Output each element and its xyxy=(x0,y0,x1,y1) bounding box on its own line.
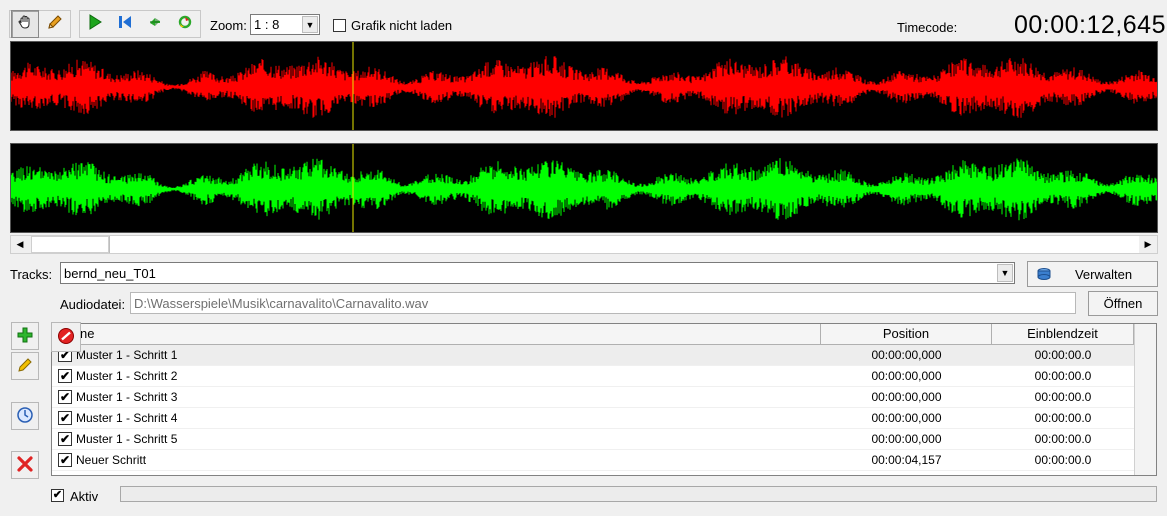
edit-step-button[interactable] xyxy=(11,352,39,380)
row-name: Muster 1 - Schritt 2 xyxy=(76,369,178,383)
open-button[interactable]: Öffnen xyxy=(1088,291,1158,316)
no-graphics-checkbox[interactable] xyxy=(333,19,346,32)
row-checkbox[interactable]: ✔ xyxy=(58,369,72,383)
row-checkbox[interactable]: ✔ xyxy=(58,390,72,404)
zoom-select[interactable]: 1 : 8 ▼ xyxy=(250,14,320,35)
waveform-right-svg xyxy=(11,144,1157,232)
chevron-down-icon[interactable]: ▼ xyxy=(302,16,318,33)
row-position: 00:00:00,000 xyxy=(871,432,942,446)
manage-button-label: Verwalten xyxy=(1074,266,1133,282)
row-position: 00:00:00,000 xyxy=(871,390,942,404)
audio-file-label: Audiodatei: xyxy=(60,297,126,312)
sync-button[interactable] xyxy=(141,10,169,38)
row-checkbox[interactable]: ✔ xyxy=(58,453,72,467)
waveform-scrollbar[interactable]: ◀ ▶ xyxy=(10,235,1158,254)
scroll-track[interactable] xyxy=(109,236,1139,253)
edit-pencil-icon xyxy=(16,356,34,377)
row-fade: 00:00:00.0 xyxy=(1034,369,1092,383)
tracks-select[interactable]: bernd_neu_T01 ▼ xyxy=(60,262,1015,284)
aktiv-checkbox[interactable]: ✔ xyxy=(51,489,64,502)
forbidden-icon xyxy=(57,327,75,348)
timing-button[interactable] xyxy=(11,402,39,430)
timecode-label: Timecode: xyxy=(897,20,958,35)
audio-file-field[interactable]: D:\Wasserspiele\Musik\carnavalito\Carnav… xyxy=(130,292,1076,314)
row-checkbox[interactable]: ✔ xyxy=(58,411,72,425)
table-row[interactable]: ✔ Muster 1 - Schritt 2 00:00:00,000 00:00:0… xyxy=(52,366,1134,387)
row-fade: 00:00:00.0 xyxy=(1034,453,1092,467)
table-row[interactable]: ✔ Muster 1 - Schritt 1 00:00:00,000 00:00:0… xyxy=(52,345,1134,366)
row-fade: 00:00:00.0 xyxy=(1034,348,1092,362)
row-fade: 00:00:00.0 xyxy=(1034,390,1092,404)
row-name: Muster 1 - Schritt 1 xyxy=(76,348,178,362)
table-row[interactable]: ✔ Muster 1 - Schritt 3 00:00:00,000 00:00:0… xyxy=(52,387,1134,408)
chevron-down-icon[interactable]: ▼ xyxy=(997,264,1013,282)
row-position: 00:00:04,157 xyxy=(871,453,942,467)
row-name: Neuer Schritt xyxy=(76,453,147,467)
table-row[interactable]: ✔ Muster 1 - Schritt 4 00:00:00,000 00:00:0… xyxy=(52,408,1134,429)
grid-header: ne Position Einblendzeit xyxy=(52,324,1156,345)
clock-icon xyxy=(16,406,34,427)
waveform-trace xyxy=(11,56,1157,118)
grid-vertical-scrollbar[interactable] xyxy=(1134,324,1156,475)
audio-file-path: D:\Wasserspiele\Musik\carnavalito\Carnav… xyxy=(134,295,429,311)
row-fade: 00:00:00.0 xyxy=(1034,432,1092,446)
play-button[interactable] xyxy=(81,10,109,38)
aktiv-label: Aktiv xyxy=(70,489,99,504)
tracks-value: bernd_neu_T01 xyxy=(64,265,156,281)
row-fade: 00:00:00.0 xyxy=(1034,411,1092,425)
column-header-name[interactable]: ne xyxy=(52,324,821,344)
manage-button[interactable]: Verwalten xyxy=(1027,261,1158,287)
delete-step-button[interactable] xyxy=(11,451,39,479)
table-row[interactable]: ✔ Muster 1 - Schritt 5 00:00:00,000 00:00:0… xyxy=(52,429,1134,450)
manage-icon xyxy=(1037,267,1051,284)
hand-tool-button[interactable] xyxy=(11,10,39,38)
row-name: Muster 1 - Schritt 3 xyxy=(76,390,178,404)
green-arrows-icon xyxy=(147,14,163,34)
skip-to-start-button[interactable] xyxy=(111,10,139,38)
steps-grid[interactable]: ne Position Einblendzeit ✔ Muster 1 - Sch… xyxy=(51,323,1157,476)
tracks-label: Tracks: xyxy=(10,267,53,282)
row-position: 00:00:00,000 xyxy=(871,411,942,425)
add-step-button[interactable] xyxy=(11,322,39,350)
row-name: Muster 1 - Schritt 5 xyxy=(76,432,178,446)
row-name: Muster 1 - Schritt 4 xyxy=(76,411,178,425)
pencil-icon xyxy=(46,13,64,35)
waveform-left-svg xyxy=(11,42,1157,130)
no-graphics-label: Grafik nicht laden xyxy=(351,18,453,33)
scroll-left-arrow[interactable]: ◀ xyxy=(11,236,29,253)
skip-to-start-icon xyxy=(117,14,133,34)
left-channel-waveform[interactable] xyxy=(10,41,1158,131)
pencil-tool-button[interactable] xyxy=(41,10,69,38)
row-checkbox[interactable]: ✔ xyxy=(58,432,72,446)
delete-icon xyxy=(16,455,34,476)
timecode-display: 00:00:12,645 xyxy=(1014,11,1166,39)
play-icon xyxy=(87,14,103,34)
right-channel-waveform[interactable] xyxy=(10,143,1158,233)
zoom-label: Zoom: xyxy=(210,18,247,33)
row-position: 00:00:00,000 xyxy=(871,348,942,362)
column-header-fade[interactable]: Einblendzeit xyxy=(992,324,1134,344)
add-icon xyxy=(16,326,34,347)
refresh-button[interactable] xyxy=(171,10,199,38)
open-button-label: Öffnen xyxy=(1103,296,1143,311)
hand-icon xyxy=(17,14,33,34)
row-position: 00:00:00,000 xyxy=(871,369,942,383)
column-header-position[interactable]: Position xyxy=(821,324,992,344)
stop-button[interactable] xyxy=(51,322,81,352)
scroll-thumb[interactable] xyxy=(31,236,109,253)
zoom-value: 1 : 8 xyxy=(254,17,280,32)
scroll-right-arrow[interactable]: ▶ xyxy=(1139,236,1157,253)
recycle-icon xyxy=(177,14,193,34)
waveform-trace xyxy=(11,158,1157,221)
progress-bar xyxy=(120,486,1157,502)
table-row[interactable]: ✔ Neuer Schritt 00:00:04,157 00:00:00.0 xyxy=(52,450,1134,471)
